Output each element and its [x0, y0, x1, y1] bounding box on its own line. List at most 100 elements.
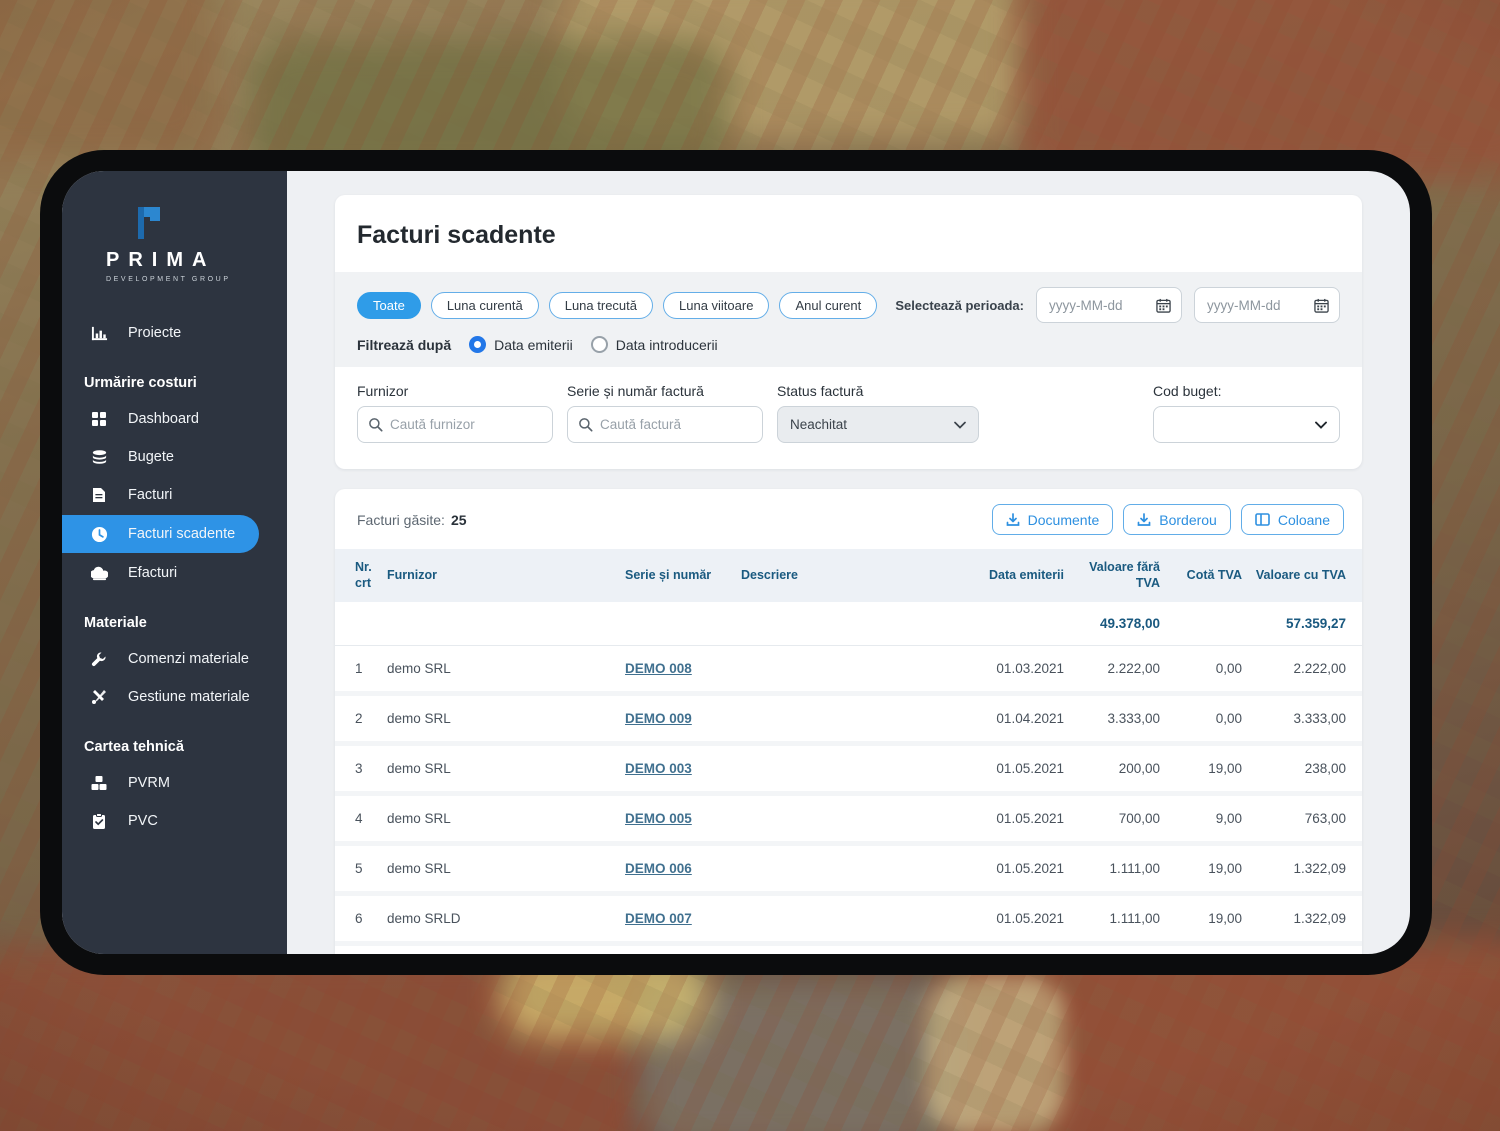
chevron-down-icon — [1315, 421, 1327, 429]
cell-cota-tva: 19,00 — [1208, 910, 1242, 926]
sidebar-section-materiale: Materiale — [84, 615, 147, 631]
calendar-icon[interactable] — [1314, 298, 1329, 313]
search-icon — [578, 417, 593, 432]
cell-data-emiterii: 01.03.2021 — [996, 660, 1064, 676]
cell-data-emiterii: 01.04.2022 — [962, 946, 1074, 955]
coloane-button[interactable]: Coloane — [1240, 504, 1344, 535]
status-value: Neachitat — [790, 417, 848, 432]
cell-nr: 7 — [335, 946, 387, 955]
documente-button[interactable]: Documente — [991, 504, 1114, 535]
table-row[interactable]: 3 demo SRL DEMO 003 01.05.2021 200,00 19… — [335, 745, 1362, 796]
cell-nr: 2 — [355, 710, 363, 726]
sidebar-item-proiecte[interactable]: Proiecte — [62, 315, 287, 351]
status-select[interactable]: Neachitat — [777, 406, 979, 443]
col-header-serie[interactable]: Serie și număr — [625, 557, 741, 593]
results-count-label: Facturi găsite: — [357, 511, 445, 528]
serie-search-field[interactable] — [567, 406, 763, 443]
pill-luna-curenta[interactable]: Luna curentă — [430, 291, 539, 319]
sidebar-item-pvc[interactable]: PVC — [62, 803, 287, 839]
col-header-nr-crt[interactable]: Nr. crt — [335, 549, 387, 602]
col-header-cota-tva[interactable]: Cotă TVA — [1170, 557, 1252, 593]
cod-buget-select[interactable] — [1153, 406, 1340, 443]
radio-data-introducerii[interactable]: Data introducerii — [590, 336, 718, 353]
cell-data-emiterii: 01.05.2021 — [996, 810, 1064, 826]
col-header-valoare-fara-tva[interactable]: Valoare fără TVA — [1074, 549, 1170, 602]
cell-valoare-cu-tva: 2.222,00 — [1293, 660, 1346, 676]
table-row[interactable]: 5 demo SRL DEMO 006 01.05.2021 1.111,00 … — [335, 845, 1362, 896]
col-header-furnizor[interactable]: Furnizor — [387, 557, 625, 593]
cell-cota-tva: 0,00 — [1215, 710, 1242, 726]
sidebar-item-comenzi-materiale[interactable]: Comenzi materiale — [62, 641, 287, 677]
pill-luna-trecuta[interactable]: Luna trecută — [548, 291, 653, 319]
table-row[interactable]: 6 demo SRLD DEMO 007 01.05.2021 1.111,00… — [335, 895, 1362, 946]
borderou-button[interactable]: Borderou — [1123, 504, 1231, 535]
serie-label: Serie și număr factură — [567, 383, 704, 399]
date-from-input[interactable] — [1049, 297, 1150, 313]
cell-descriere — [741, 703, 962, 733]
cell-cota-tva: 0,00 — [1215, 660, 1242, 676]
furnizor-search-field[interactable] — [357, 406, 553, 443]
date-to-input[interactable] — [1207, 297, 1308, 313]
cell-descriere — [741, 653, 962, 683]
cell-cota-tva: 19,00 — [1170, 946, 1252, 955]
radio-data-emiterii[interactable]: Data emiterii — [469, 336, 573, 353]
table-row[interactable]: 1 demo SRL DEMO 008 01.03.2021 2.222,00 … — [335, 645, 1362, 696]
col-header-valoare-cu-tva[interactable]: Valoare cu TVA — [1252, 557, 1362, 593]
cell-nr: 4 — [355, 810, 363, 826]
sidebar: PRIMA DEVELOPMENT GROUP Proiecte Urmărir… — [62, 171, 287, 954]
table-row[interactable]: 2 demo SRL DEMO 009 01.04.2021 3.333,00 … — [335, 695, 1362, 746]
invoices-table-card: Facturi găsite: 25 Documente Borderou Co… — [335, 489, 1362, 954]
cell-valoare-cu-tva: 238,00 — [1304, 760, 1346, 776]
quick-filter-pills: Toate Luna curentă Luna trecută Luna vii… — [357, 291, 878, 319]
brand-name: PRIMA — [106, 249, 216, 271]
date-from-field[interactable] — [1036, 287, 1182, 323]
invoice-link[interactable]: DEMO 006 — [625, 861, 692, 876]
sidebar-item-bugete[interactable]: Bugete — [62, 439, 287, 475]
table-row[interactable]: 4 demo SRL DEMO 005 01.05.2021 700,00 9,… — [335, 795, 1362, 846]
cell-valoare-fara-tva: 1.111,00 — [1109, 910, 1160, 926]
cell-cota-tva: 9,00 — [1215, 810, 1242, 826]
cell-valoare-fara-tva: 200,00 — [1118, 760, 1160, 776]
pill-toate[interactable]: Toate — [357, 291, 421, 319]
coloane-button-label: Coloane — [1277, 511, 1330, 528]
invoice-link[interactable]: DEMO 003 — [625, 761, 692, 776]
sidebar-item-label: Proiecte — [128, 325, 182, 341]
pill-anul-curent[interactable]: Anul curent — [779, 291, 878, 319]
prima-logo-icon — [134, 205, 287, 241]
cell-valoare-fara-tva: 2.222,00 — [1107, 660, 1160, 676]
sidebar-item-pvrm[interactable]: PVRM — [62, 765, 287, 801]
sidebar-item-label: Gestiune materiale — [128, 689, 250, 705]
calendar-icon[interactable] — [1156, 298, 1171, 313]
sidebar-section-urmarire-costuri: Urmărire costuri — [84, 375, 197, 391]
col-header-descriere[interactable]: Descriere — [741, 557, 962, 593]
pill-luna-viitoare[interactable]: Luna viitoare — [663, 291, 770, 319]
table-row[interactable]: 7 test demo SRL DEMO 012 01.04.2022 7.00… — [335, 945, 1362, 955]
invoice-link[interactable]: DEMO 008 — [625, 661, 692, 676]
documente-button-label: Documente — [1027, 511, 1100, 528]
invoice-link[interactable]: DEMO 009 — [625, 711, 692, 726]
sidebar-section-cartea-tehnica: Cartea tehnică — [84, 739, 184, 755]
radio-selected-icon — [469, 336, 487, 353]
filter-by-label: Filtrează după — [357, 336, 452, 353]
furnizor-search-input[interactable] — [390, 417, 542, 432]
radio-unselected-icon — [590, 336, 608, 353]
cell-descriere — [741, 853, 962, 883]
sidebar-item-label: PVRM — [128, 775, 170, 791]
sidebar-item-dashboard[interactable]: Dashboard — [62, 401, 287, 437]
sidebar-item-gestiune-materiale[interactable]: Gestiune materiale — [62, 679, 287, 715]
cell-valoare-fara-tva: 1.111,00 — [1109, 860, 1160, 876]
col-header-data-emiterii[interactable]: Data emiterii — [962, 557, 1074, 593]
cell-furnizor: demo SRL — [387, 860, 451, 876]
sidebar-item-label: Dashboard — [128, 411, 199, 427]
app-window: PRIMA DEVELOPMENT GROUP Proiecte Urmărir… — [62, 171, 1410, 954]
sidebar-item-label: PVC — [128, 813, 158, 829]
serie-search-input[interactable] — [600, 417, 752, 432]
invoice-link[interactable]: DEMO 007 — [625, 911, 692, 926]
date-to-field[interactable] — [1194, 287, 1340, 323]
serie-filter: Serie și număr factură — [567, 383, 763, 443]
invoice-link[interactable]: DEMO 005 — [625, 811, 692, 826]
cell-descriere — [741, 953, 962, 954]
sidebar-item-facturi-scadente[interactable]: Facturi scadente — [62, 515, 259, 553]
sidebar-item-efacturi[interactable]: Efacturi — [62, 555, 287, 591]
sidebar-item-facturi[interactable]: Facturi — [62, 477, 287, 513]
